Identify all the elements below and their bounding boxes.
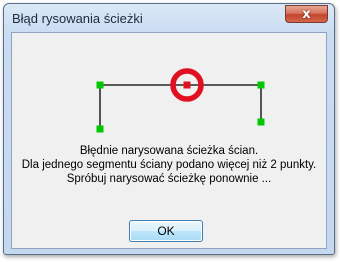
error-message: Błędnie narysowana ścieżka ścian. Dla je… [12, 144, 326, 186]
dialog-title: Błąd rysowania ścieżki [12, 11, 143, 26]
error-point [183, 81, 191, 89]
message-line: Spróbuj narysować ścieżkę ponownie ... [66, 173, 272, 185]
close-icon: x [302, 6, 311, 22]
message-line: Błędnie narysowana ścieżka ścian. [79, 145, 259, 157]
path-point [96, 125, 104, 133]
message-line: Dla jednego segmentu ściany podano więce… [21, 159, 317, 171]
ok-button[interactable]: OK [129, 220, 203, 242]
title-bar[interactable]: Błąd rysowania ścieżki x [4, 4, 334, 32]
invalid-wall-path-icon [96, 68, 265, 133]
path-point [96, 81, 104, 89]
path-point [257, 81, 265, 89]
error-dialog: Błąd rysowania ścieżki x Błędnie narysow… [3, 3, 335, 255]
dialog-content: Błędnie narysowana ścieżka ścian. Dla je… [11, 32, 327, 249]
path-point [257, 118, 265, 126]
close-button[interactable]: x [285, 5, 328, 23]
